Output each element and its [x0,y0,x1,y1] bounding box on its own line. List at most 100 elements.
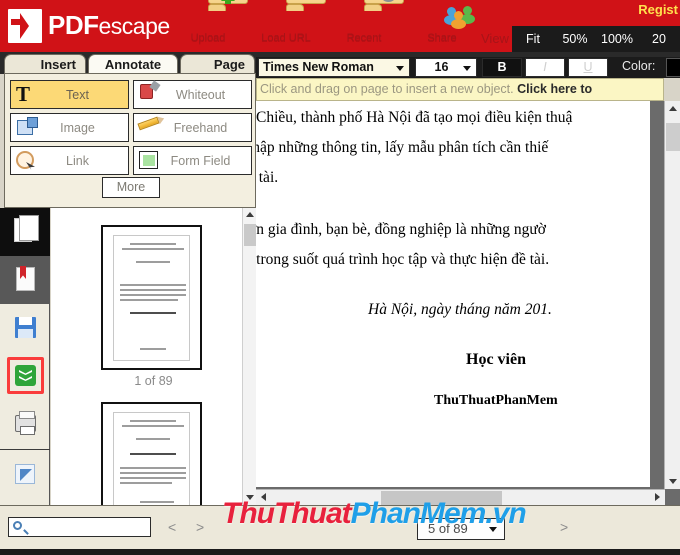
page-number-value: 5 of 89 [428,521,468,536]
hint-link[interactable]: Click here to [517,82,592,96]
doc-line: ơn gia đình, bạn bè, đồng nghiệp là nhữn… [256,221,546,238]
download-green-icon [15,365,36,386]
page-thumbnail-panel[interactable]: 1 of 89 [51,208,256,505]
doc-line: thập những thông tin, lấy mẫu phân tích … [256,139,549,156]
brand-sub: escape [98,13,171,39]
underline-button[interactable]: U [568,58,608,77]
tool-whiteout-label: Whiteout [175,87,226,102]
thumbnail-page-2[interactable] [101,402,202,505]
tab-insert[interactable]: Insert [4,54,86,74]
hint-bar[interactable]: Click and drag on page to insert a new o… [256,78,664,101]
color-swatch[interactable] [666,58,680,77]
pdfescape-window: PDFescape Upload Load URL Recent Share R… [0,0,680,555]
tool-text-label: Text [66,87,89,102]
tool-whiteout-button[interactable]: Whiteout [133,80,252,109]
recent-button[interactable]: Recent [336,0,404,44]
folder-upload-icon [180,0,248,34]
thumbnail-preview [113,412,190,505]
header-tool-group: Upload Load URL Recent Share [180,0,475,44]
chevron-down-icon [396,66,404,71]
tool-image-button[interactable]: Image [10,113,129,142]
document-viewport[interactable]: Chiều, thành phố Hà Nội đã tạo mọi điều … [256,101,680,505]
link-circle-icon [11,147,41,174]
bottom-status-bar: < > > [0,505,680,549]
next-page-button[interactable]: > [560,519,568,535]
rail-item-download[interactable] [0,352,50,400]
thumb-scroll-up-button[interactable] [243,208,256,222]
chevron-down-icon [463,66,471,71]
layer-square-icon [15,464,35,484]
floppy-save-icon [15,317,36,338]
pdfescape-logo-icon [8,8,42,43]
text-T-icon: T [16,82,31,106]
scroll-up-button[interactable] [665,101,680,116]
vertical-scroll-thumb[interactable] [666,123,680,151]
side-icon-rail [0,208,50,505]
scroll-left-button[interactable] [256,490,271,505]
doc-line: i trong suốt quá trình học tập và thực h… [256,251,550,268]
window-bottom-edge [0,549,680,555]
image-add-icon [11,114,41,141]
doc-line-date: Hà Nội, ngày tháng năm 201. [368,301,552,318]
rail-item-layers[interactable] [0,452,50,500]
thumbnail-page-1[interactable] [101,225,202,370]
thumbnail-scroll-thumb[interactable] [244,224,256,246]
thumbnail-scrollbar[interactable] [242,208,256,505]
share-label: Share [427,32,457,44]
zoom-200-button[interactable]: 20 [638,32,680,46]
search-icon [13,521,22,530]
doc-line: Chiều, thành phố Hà Nội đã tạo mọi điều … [256,109,573,126]
share-button[interactable]: Share [414,4,475,44]
rail-item-print[interactable] [0,400,50,448]
zoom-50-button[interactable]: 50% [554,32,596,46]
load-url-button[interactable]: Load URL [258,0,326,44]
tool-freehand-button[interactable]: Freehand [133,113,252,142]
form-field-icon [134,147,164,174]
tool-form-field-button[interactable]: Form Field [133,146,252,175]
doc-line-cut [256,101,258,108]
zoom-100-button[interactable]: 100% [596,32,638,46]
prev-result-button[interactable]: < [168,519,176,535]
brand-text: PDFescape [48,8,170,43]
tab-annotate[interactable]: Annotate [88,54,178,74]
search-input[interactable] [8,517,151,537]
more-tools-button[interactable]: More [102,177,160,198]
document-vertical-scrollbar[interactable] [664,101,680,489]
tool-freehand-label: Freehand [173,120,228,135]
tab-page[interactable]: Page [180,54,255,74]
scroll-down-button[interactable] [665,474,680,489]
folder-link-icon [258,0,326,34]
printer-icon [15,411,36,435]
zoom-fit-button[interactable]: Fit [512,32,554,46]
italic-button[interactable]: I [525,58,565,77]
document-horizontal-scrollbar[interactable] [256,489,665,505]
font-toolbar: Times New Roman 16 B I U Color: [256,57,680,78]
rail-item-save[interactable] [0,304,50,352]
thumbnail-preview [113,235,190,361]
horizontal-scroll-thumb[interactable] [381,491,502,505]
font-family-select[interactable]: Times New Roman [258,58,410,77]
scroll-right-button[interactable] [650,490,665,505]
pdfescape-logo: PDFescape [8,8,170,43]
rail-item-pages[interactable] [0,208,50,256]
thumbnail-page-label: 1 of 89 [134,374,173,388]
brand-main: PDF [48,10,99,40]
doc-line: ề tài. [256,169,279,186]
font-size-select[interactable]: 16 [415,58,477,77]
chevron-down-icon [489,527,497,532]
upload-button[interactable]: Upload [180,0,248,44]
page-number-select[interactable]: 5 of 89 [417,518,505,540]
tool-text-button[interactable]: T Text [10,80,129,109]
thumb-scroll-down-button[interactable] [243,491,256,505]
tool-grid: T Text Whiteout Image Freehand Link Form… [10,80,252,175]
pencil-icon [134,114,164,141]
bookmark-page-icon [16,267,35,291]
font-family-value: Times New Roman [263,60,374,74]
next-result-button[interactable]: > [196,519,204,535]
annotate-tool-panel: T Text Whiteout Image Freehand Link Form… [4,73,256,208]
bold-button[interactable]: B [482,58,522,77]
tool-link-button[interactable]: Link [10,146,129,175]
rail-item-bookmarks[interactable] [0,256,50,304]
tool-form-field-label: Form Field [170,153,231,168]
register-link[interactable]: Regist [638,2,678,17]
